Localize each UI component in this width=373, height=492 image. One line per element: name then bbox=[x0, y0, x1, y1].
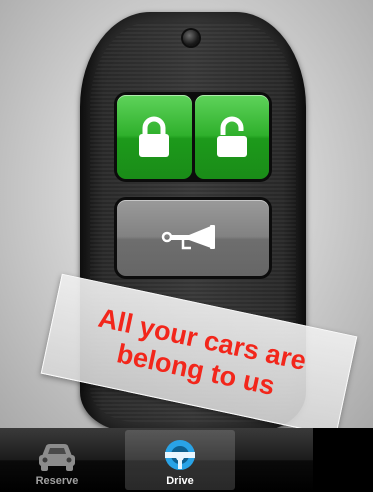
status-led bbox=[183, 30, 199, 46]
lock-button-group bbox=[114, 92, 272, 182]
tabbar-corner bbox=[313, 428, 373, 492]
remote-screen: All your cars are belong to us bbox=[0, 0, 373, 428]
tab-label-reserve: Reserve bbox=[35, 475, 79, 487]
steering-wheel-icon bbox=[165, 440, 195, 470]
car-icon bbox=[39, 444, 75, 471]
tab-reserve[interactable]: Reserve bbox=[2, 430, 112, 490]
horn-button[interactable] bbox=[117, 200, 269, 276]
tab-drive[interactable]: Drive bbox=[125, 430, 235, 490]
horn-button-frame bbox=[114, 197, 272, 279]
lock-icon bbox=[139, 116, 170, 157]
tab-label-drive: Drive bbox=[166, 475, 194, 487]
unlock-icon bbox=[216, 116, 247, 157]
lock-button[interactable] bbox=[117, 95, 192, 179]
horn-icon bbox=[161, 225, 215, 250]
unlock-button[interactable] bbox=[194, 95, 269, 179]
tab-bar: Reserve Drive bbox=[0, 428, 373, 492]
